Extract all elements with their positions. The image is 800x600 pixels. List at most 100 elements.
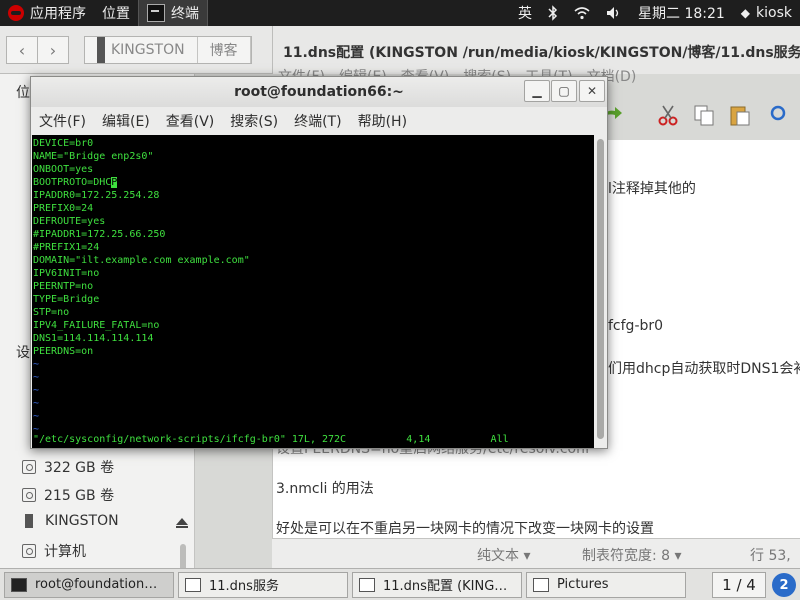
vim-empty-line: ~ [33, 359, 40, 370]
breadcrumb-blog[interactable]: 博客 [198, 37, 251, 63]
terminal-line: PEERDNS=on [33, 346, 94, 357]
terminal-line: DEFROUTE=yes [33, 216, 106, 227]
terminal-line: TYPE=Bridge [33, 294, 100, 305]
power-icon: ◆ [740, 6, 751, 20]
terminal-menu-search[interactable]: 搜索(S) [230, 111, 278, 131]
wifi-icon[interactable] [566, 0, 598, 26]
task-label: 11.dns服务 [209, 579, 279, 594]
minimize-icon: ▁ [532, 84, 542, 98]
terminal-screen[interactable]: DEVICE=br0 NAME="Bridge enp2s0" ONBOOT=y… [32, 135, 594, 448]
close-button[interactable]: ✕ [579, 80, 605, 102]
eject-bar [176, 526, 188, 528]
user-menu[interactable]: ◆ kiosk [733, 0, 800, 26]
copy-icon[interactable] [692, 103, 716, 127]
vim-empty-line: ~ [33, 411, 40, 422]
sidebar-item-kingston[interactable]: KINGSTON [22, 513, 192, 529]
eject-icon[interactable] [176, 518, 188, 525]
input-method-indicator[interactable]: 英 [510, 0, 540, 26]
terminal-scrollbar-thumb[interactable] [597, 139, 604, 439]
terminal-scrollbar[interactable] [594, 135, 607, 448]
active-app-label: 终端 [171, 6, 199, 22]
maximize-button[interactable]: ▢ [551, 80, 577, 102]
user-label: kiosk [756, 5, 792, 21]
usb-drive-icon [97, 37, 105, 63]
editor-line: 3.nmcli 的用法 [276, 481, 374, 497]
sidebar-item-label: 215 GB 卷 [44, 488, 115, 504]
notification-badge[interactable]: 2 [772, 573, 796, 597]
terminal-menu-help[interactable]: 帮助(H) [358, 111, 407, 131]
sidebar-item-label: KINGSTON [45, 513, 119, 529]
editor-toolbar [600, 95, 800, 135]
terminal-titlebar[interactable]: root@foundation66:~ ▁ ▢ ✕ [31, 77, 607, 107]
terminal-line: PEERNTP=no [33, 281, 94, 292]
task-pictures[interactable]: Pictures [526, 571, 686, 598]
terminal-window: root@foundation66:~ ▁ ▢ ✕ 文件(F) 编辑(E) 查看… [30, 76, 608, 449]
terminal-line-text: BOOTPROTO=DHC [33, 177, 112, 188]
folder-icon [185, 577, 201, 592]
terminal-icon [147, 4, 165, 22]
harddisk-icon [22, 460, 36, 474]
terminal-line-cursor: BOOTPROTO=DHCP [33, 176, 594, 189]
task-label: 11.dns配置 (KING… [383, 579, 508, 594]
cut-icon[interactable] [656, 103, 680, 127]
syntax-mode-dropdown[interactable]: 纯文本 ▾ [477, 545, 530, 565]
terminal-title: root@foundation66:~ [234, 84, 404, 100]
vim-empty-line: ~ [33, 385, 40, 396]
forward-button[interactable]: › [37, 36, 69, 64]
task-text-editor[interactable]: 11.dns配置 (KING… [352, 571, 522, 598]
terminal-menu-view[interactable]: 查看(V) [166, 111, 215, 131]
editor-line: fcfg-br0 [608, 318, 664, 334]
usb-drive-icon [25, 514, 33, 528]
task-label: Pictures [557, 577, 609, 592]
terminal-line: #IPADDR1=172.25.66.250 [33, 229, 166, 240]
sidebar-item-322gb[interactable]: 322 GB 卷 [22, 457, 114, 477]
terminal-icon [11, 577, 27, 592]
volume-icon[interactable] [598, 0, 630, 26]
terminal-line: IPADDR0=172.25.254.28 [33, 190, 160, 201]
text-cursor: P [111, 177, 118, 188]
back-button[interactable]: ‹ [6, 36, 38, 64]
applications-label: 应用程序 [30, 6, 86, 22]
folder-icon [533, 577, 549, 592]
terminal-line: STP=no [33, 307, 70, 318]
breadcrumb-kingston-label: KINGSTON [111, 42, 185, 58]
harddisk-icon [22, 488, 36, 502]
places-menu[interactable]: 位置 [94, 0, 138, 26]
sidebar-item-computer[interactable]: 计算机 [22, 541, 86, 561]
terminal-line: DNS1=114.114.114.114 [33, 333, 154, 344]
clock[interactable]: 星期二 18:21 [630, 0, 733, 26]
terminal-line: DOMAIN="ilt.example.com example.com" [33, 255, 250, 266]
terminal-line: DEVICE=br0 [33, 138, 94, 149]
task-file-manager[interactable]: 11.dns服务 [178, 571, 348, 598]
applications-menu[interactable]: 应用程序 [0, 0, 94, 26]
text-editor-icon [359, 577, 375, 592]
close-icon: ✕ [586, 84, 598, 98]
sidebar-item-label: 计算机 [44, 544, 86, 560]
paste-icon[interactable] [728, 103, 752, 127]
terminal-line: PREFIX0=24 [33, 203, 94, 214]
sidebar-heading-devices: 设 [16, 345, 30, 361]
sidebar-item-215gb[interactable]: 215 GB 卷 [22, 485, 114, 505]
breadcrumb: KINGSTON 博客 [84, 36, 252, 64]
terminal-menu-terminal[interactable]: 终端(T) [294, 111, 341, 131]
window-list-taskbar: root@foundation… 11.dns服务 11.dns配置 (KING… [0, 568, 800, 600]
bluetooth-icon[interactable] [540, 0, 566, 26]
terminal-menu-edit[interactable]: 编辑(E) [102, 111, 150, 131]
terminal-line: #PREFIX1=24 [33, 242, 100, 253]
task-terminal[interactable]: root@foundation… [4, 571, 174, 598]
maximize-icon: ▢ [558, 84, 570, 98]
breadcrumb-kingston[interactable]: KINGSTON [85, 37, 198, 63]
minimize-button[interactable]: ▁ [524, 80, 550, 102]
active-app-terminal[interactable]: 终端 [138, 0, 208, 26]
terminal-menubar: 文件(F) 编辑(E) 查看(V) 搜索(S) 终端(T) 帮助(H) [31, 107, 607, 135]
search-icon[interactable] [764, 103, 788, 127]
computer-icon [22, 544, 36, 558]
workspace-switcher[interactable]: 1 / 4 [712, 572, 766, 598]
tab-width-dropdown[interactable]: 制表符宽度: 8 ▾ [582, 545, 682, 565]
terminal-menu-file[interactable]: 文件(F) [39, 111, 86, 131]
sidebar-heading-places: 位 [16, 85, 30, 101]
vim-empty-line: ~ [33, 372, 40, 383]
redhat-logo-icon [8, 5, 24, 21]
editor-statusbar: 纯文本 ▾ 制表符宽度: 8 ▾ 行 53, [272, 538, 800, 568]
editor-line: 好处是可以在不重启另一块网卡的情况下改变一块网卡的设置 [276, 521, 654, 537]
